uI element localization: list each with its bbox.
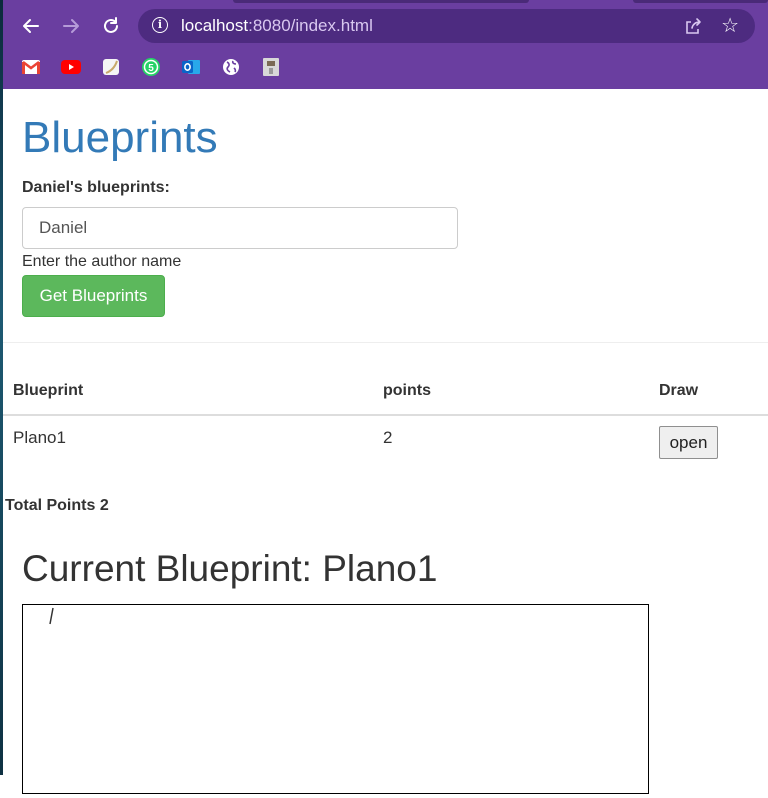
bookmark-archive[interactable]: [261, 57, 281, 77]
info-icon[interactable]: i: [152, 17, 168, 33]
youtube-icon: [61, 60, 81, 74]
canvas-drawing: [49, 607, 54, 625]
back-button[interactable]: [17, 12, 45, 40]
author-name-input[interactable]: [22, 207, 458, 249]
table-header-points: points: [383, 382, 431, 399]
divider: [3, 342, 768, 343]
forward-button[interactable]: [57, 12, 85, 40]
share-icon[interactable]: [683, 16, 703, 36]
address-bar[interactable]: i localhost:8080/index.html ☆: [138, 9, 755, 43]
arrow-right-icon: [63, 19, 79, 33]
bookmark-notes[interactable]: [101, 57, 121, 77]
tab-strip: [3, 0, 768, 6]
row-points: 2: [383, 428, 393, 447]
bookmark-youtube[interactable]: [61, 57, 81, 77]
bookmark-whatsapp[interactable]: 5: [141, 57, 161, 77]
bookmarks-bar: 5: [3, 54, 768, 80]
browser-tab[interactable]: [233, 0, 529, 3]
blueprint-line: [49, 607, 54, 625]
open-blueprint-button[interactable]: open: [659, 426, 718, 459]
url-path: :8080/index.html: [248, 16, 373, 35]
bookmark-gmail[interactable]: [21, 57, 41, 77]
star-icon[interactable]: ☆: [721, 13, 739, 38]
table-header-divider: [3, 414, 768, 416]
gmail-icon: [22, 60, 40, 74]
current-blueprint-title: Current Blueprint: Plano1: [22, 548, 438, 589]
bookmark-globe[interactable]: [221, 57, 241, 77]
svg-text:5: 5: [148, 63, 154, 74]
blueprint-canvas[interactable]: [22, 604, 649, 794]
desktop-edge: [0, 0, 3, 775]
table-header-draw: Draw: [659, 382, 699, 399]
author-label: Daniel's blueprints:: [22, 179, 170, 196]
browser-chrome: i localhost:8080/index.html ☆ 5: [3, 0, 768, 89]
get-blueprints-button[interactable]: Get Blueprints: [22, 275, 165, 317]
notes-icon: [103, 59, 119, 75]
page-title: Blueprints: [22, 113, 218, 162]
url-host: localhost: [181, 16, 249, 35]
bookmark-outlook[interactable]: [181, 57, 201, 77]
total-points: Total Points 2: [5, 497, 109, 514]
author-help-text: Enter the author name: [22, 253, 182, 270]
reload-icon: [104, 17, 118, 33]
archive-icon: [263, 58, 279, 76]
whatsapp-icon: 5: [142, 58, 160, 76]
globe-icon: [223, 59, 239, 75]
reload-button[interactable]: [97, 12, 125, 40]
arrow-left-icon: [23, 19, 39, 33]
browser-tab[interactable]: [633, 0, 768, 3]
outlook-icon: [182, 60, 200, 74]
row-blueprint-name: Plano1: [13, 428, 66, 447]
url-text[interactable]: localhost:8080/index.html: [181, 16, 373, 36]
table-header-blueprint: Blueprint: [13, 382, 84, 399]
